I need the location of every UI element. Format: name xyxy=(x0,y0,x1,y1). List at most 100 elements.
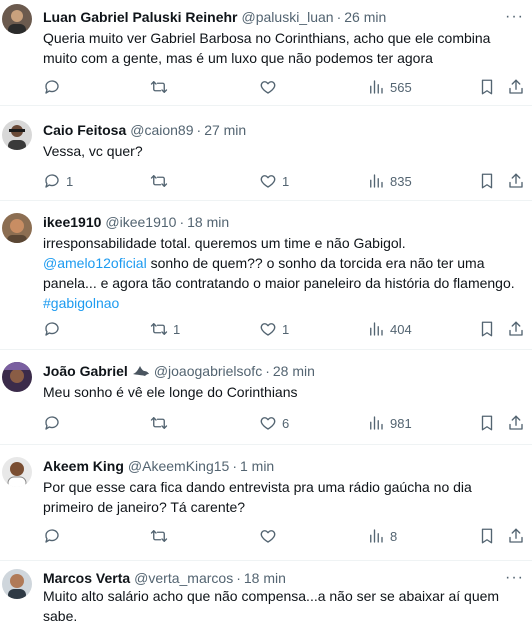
share-button[interactable] xyxy=(507,413,525,433)
retweet-icon xyxy=(150,78,168,96)
like-button[interactable] xyxy=(259,77,282,97)
share-button[interactable] xyxy=(507,319,525,339)
reply-count: 1 xyxy=(66,173,74,189)
share-icon xyxy=(507,172,525,190)
tweet-actions: 6 981 xyxy=(43,413,532,433)
reply-button[interactable] xyxy=(43,413,66,433)
tweet-text-line: irresponsabilidade total. queremos um ti… xyxy=(43,235,406,251)
author-name[interactable]: Caio Feitosa xyxy=(43,122,126,138)
hashtag-link[interactable]: #gabigolnao xyxy=(43,295,119,311)
author-handle[interactable]: @caion89 xyxy=(130,122,193,138)
retweet-button[interactable] xyxy=(150,171,173,191)
tweet[interactable]: ikee1910 @ikee1910 · 18 min irresponsabilid… xyxy=(0,201,532,350)
reply-button[interactable] xyxy=(43,319,66,339)
like-button[interactable]: 6 xyxy=(259,413,289,433)
bookmark-icon xyxy=(478,414,496,432)
share-button[interactable] xyxy=(507,171,525,191)
tweet-header: Marcos Verta @verta_marcos · 18 min xyxy=(43,569,502,587)
tweet[interactable]: João Gabriel @joaogabrielsofc · 28 min Meu … xyxy=(0,350,532,445)
share-button[interactable] xyxy=(507,526,525,546)
like-count: 1 xyxy=(282,173,290,189)
views-button[interactable]: 565 xyxy=(367,77,412,97)
author-handle[interactable]: @AkeemKing15 xyxy=(128,458,229,474)
tweet-actions: 1 1 835 xyxy=(43,171,532,191)
tweet[interactable]: Luan Gabriel Paluski Reinehr @paluski_lua… xyxy=(0,0,532,106)
view-count: 981 xyxy=(390,415,412,431)
tweet[interactable]: Caio Feitosa @caion89 · 27 min Vessa, vc qu… xyxy=(0,106,532,201)
timestamp[interactable]: 18 min xyxy=(244,570,286,586)
like-count: 6 xyxy=(282,415,290,431)
bookmark-button[interactable] xyxy=(478,526,496,546)
bookmark-button[interactable] xyxy=(478,171,496,191)
timestamp[interactable]: 28 min xyxy=(273,363,315,379)
author-name[interactable]: Akeem King xyxy=(43,458,124,474)
view-count: 565 xyxy=(390,79,412,95)
bookmark-button[interactable] xyxy=(478,413,496,433)
author-handle[interactable]: @joaogabrielsofc xyxy=(154,363,262,379)
avatar[interactable] xyxy=(2,457,32,487)
avatar[interactable] xyxy=(2,569,32,599)
avatar[interactable] xyxy=(2,120,32,150)
reply-icon xyxy=(43,172,61,190)
heart-icon xyxy=(259,78,277,96)
tweet-text: Muito alto salário acho que não compensa… xyxy=(43,588,500,624)
author-handle[interactable]: @paluski_luan xyxy=(242,9,334,25)
views-icon xyxy=(367,527,385,545)
separator: · xyxy=(196,122,202,138)
bookmark-button[interactable] xyxy=(478,77,496,97)
timestamp[interactable]: 27 min xyxy=(204,122,246,138)
bookmark-button[interactable] xyxy=(478,319,496,339)
tweet-header: Luan Gabriel Paluski Reinehr @paluski_lua… xyxy=(43,8,502,26)
timestamp[interactable]: 18 min xyxy=(187,214,229,230)
tweet-actions: 1 1 404 xyxy=(43,319,532,339)
avatar[interactable] xyxy=(2,362,32,392)
mention-link[interactable]: @amelo12oficial xyxy=(43,255,147,271)
views-icon xyxy=(367,172,385,190)
author-handle[interactable]: @ikee1910 xyxy=(105,214,176,230)
timestamp[interactable]: 26 min xyxy=(344,9,386,25)
more-options-icon[interactable]: ··· xyxy=(505,570,524,586)
retweet-button[interactable]: 1 xyxy=(150,319,180,339)
views-button[interactable]: 404 xyxy=(367,319,412,339)
reply-button[interactable]: 1 xyxy=(43,171,73,191)
like-button[interactable]: 1 xyxy=(259,171,289,191)
tweet[interactable]: Marcos Verta @verta_marcos · 18 min ··· Mui… xyxy=(0,561,532,624)
author-name[interactable]: ikee1910 xyxy=(43,214,101,230)
retweet-icon xyxy=(150,414,168,432)
tweet-actions: 565 xyxy=(43,77,532,97)
heart-icon xyxy=(259,320,277,338)
views-button[interactable]: 981 xyxy=(367,413,412,433)
reply-button[interactable] xyxy=(43,77,66,97)
heart-icon xyxy=(259,172,277,190)
author-name[interactable]: Marcos Verta xyxy=(43,570,130,586)
author-name[interactable]: Luan Gabriel Paluski Reinehr xyxy=(43,9,238,25)
share-button[interactable] xyxy=(507,77,525,97)
share-icon xyxy=(507,414,525,432)
author-name[interactable]: João Gabriel xyxy=(43,363,128,379)
retweet-button[interactable] xyxy=(150,77,173,97)
tweet-text: Queria muito ver Gabriel Barbosa no Cori… xyxy=(43,30,491,66)
tweet-header: ikee1910 @ikee1910 · 18 min xyxy=(43,213,502,231)
views-button[interactable]: 8 xyxy=(367,526,397,546)
retweet-button[interactable] xyxy=(150,526,173,546)
retweet-icon xyxy=(150,527,168,545)
avatar[interactable] xyxy=(2,4,32,34)
separator: · xyxy=(179,214,185,230)
timestamp[interactable]: 1 min xyxy=(240,458,274,474)
like-button[interactable] xyxy=(259,526,282,546)
bookmark-icon xyxy=(478,320,496,338)
tweet[interactable]: Akeem King @AkeemKing15 · 1 min Por que ess… xyxy=(0,445,532,561)
avatar[interactable] xyxy=(2,213,32,243)
share-icon xyxy=(507,527,525,545)
views-button[interactable]: 835 xyxy=(367,171,412,191)
view-count: 8 xyxy=(390,528,398,544)
reply-button[interactable] xyxy=(43,526,66,546)
views-icon xyxy=(367,320,385,338)
view-count: 835 xyxy=(390,173,412,189)
like-button[interactable]: 1 xyxy=(259,319,289,339)
more-options-icon[interactable]: ··· xyxy=(505,9,524,25)
reply-icon xyxy=(43,320,61,338)
retweet-button[interactable] xyxy=(150,413,173,433)
author-handle[interactable]: @verta_marcos xyxy=(134,570,233,586)
tweet-header: João Gabriel @joaogabrielsofc · 28 min xyxy=(43,362,502,382)
